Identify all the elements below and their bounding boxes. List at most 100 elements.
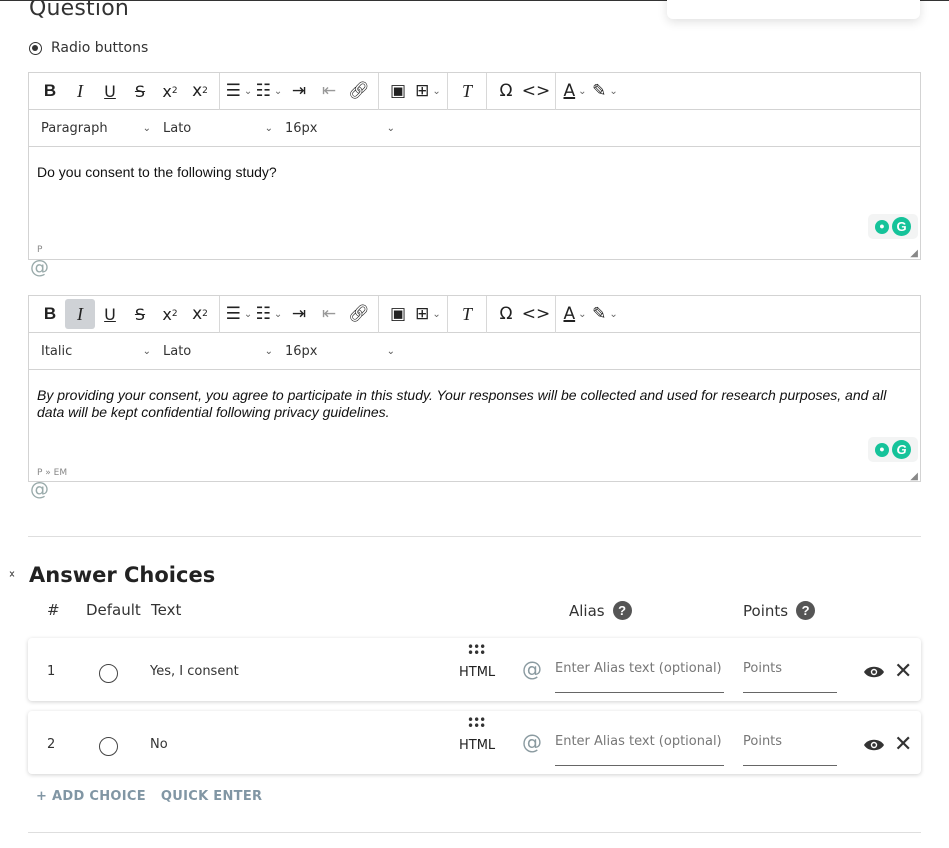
source-code-button[interactable]: <>: [521, 299, 551, 329]
font-color-button[interactable]: A ⌄: [560, 76, 590, 106]
bold-button[interactable]: B: [35, 76, 65, 106]
points-input[interactable]: [743, 657, 837, 693]
chevron-down-icon: ⌄: [432, 85, 441, 97]
clear-format-button[interactable]: T: [452, 76, 482, 106]
outdent-button[interactable]: ⇤: [314, 299, 344, 329]
question-type-option[interactable]: Radio buttons: [29, 40, 148, 56]
italic-button[interactable]: I: [65, 299, 95, 329]
answer-choices-title: Answer Choices: [29, 563, 216, 587]
help-icon[interactable]: ?: [796, 601, 816, 620]
grammarly-widget[interactable]: ● G: [868, 437, 918, 462]
clear-format-button[interactable]: T: [452, 299, 482, 329]
numbered-list-button[interactable]: ☷ ⌄: [254, 76, 284, 106]
link-icon: 🔗︎: [348, 81, 370, 101]
collapse-icon[interactable]: ⌄ ⌃: [5, 565, 19, 584]
quick-enter-button[interactable]: QUICK ENTER: [161, 789, 262, 804]
table-button[interactable]: ⊞ ⌄: [413, 76, 443, 106]
font-color-button[interactable]: A ⌄: [560, 299, 590, 329]
grammarly-widget[interactable]: ● G: [868, 214, 918, 239]
chevron-down-icon: ⌄: [578, 308, 587, 320]
link-button[interactable]: 🔗︎: [344, 76, 374, 106]
drag-handle-icon[interactable]: ••• •••: [467, 714, 486, 732]
chevron-down-icon: ⌄: [609, 85, 618, 97]
radio-selected-icon[interactable]: [29, 41, 42, 55]
bullet-list-button[interactable]: ☰ ⌄: [224, 299, 254, 329]
chevron-down-icon: ⌄: [432, 308, 441, 320]
editor-content[interactable]: By providing your consent, you agree to …: [29, 370, 920, 466]
eye-icon[interactable]: [863, 738, 885, 752]
underline-button[interactable]: U: [95, 76, 125, 106]
special-char-button[interactable]: Ω: [491, 76, 521, 106]
strikethrough-button[interactable]: S: [125, 299, 155, 329]
question-text-editor: B I U S x2 x2 ☰ ⌄ ☷ ⌄ ⇥ ⇤ 🔗︎ ▣ ⊞ ⌄ T Ω <> A…: [28, 72, 921, 260]
underline-button[interactable]: U: [95, 299, 125, 329]
resize-handle-icon[interactable]: ◢: [910, 471, 918, 482]
add-choice-button[interactable]: + ADD CHOICE: [36, 789, 146, 804]
resize-handle-icon[interactable]: ◢: [910, 248, 918, 259]
close-icon[interactable]: ✕: [894, 732, 912, 757]
html-toggle[interactable]: HTML: [459, 738, 495, 753]
font-size-select[interactable]: 16px ⌄: [285, 344, 395, 359]
section-divider: [28, 536, 921, 537]
eye-icon[interactable]: [863, 665, 885, 679]
chevron-down-icon: ⌄: [609, 308, 618, 320]
help-icon[interactable]: ?: [612, 601, 632, 620]
choice-text[interactable]: Yes, I consent: [150, 664, 239, 679]
choice-text[interactable]: No: [150, 737, 168, 752]
default-radio[interactable]: [99, 737, 118, 756]
numbered-list-button[interactable]: ☷ ⌄: [254, 299, 284, 329]
choice-row: 1 Yes, I consent •••••• HTML @ ✕: [28, 638, 921, 701]
alias-input[interactable]: [555, 730, 724, 766]
points-input[interactable]: [743, 730, 837, 766]
font-size-select[interactable]: 16px ⌄: [285, 121, 395, 136]
image-button[interactable]: ▣: [383, 299, 413, 329]
font-select[interactable]: Lato ⌄: [163, 121, 273, 136]
header-alias: Alias ?: [569, 601, 632, 620]
editor-content[interactable]: Do you consent to the following study? ●…: [29, 147, 920, 243]
highlight-button[interactable]: ✎ ⌄: [590, 299, 620, 329]
mention-icon[interactable]: @: [522, 657, 542, 681]
mention-icon[interactable]: @: [522, 730, 542, 754]
mention-icon[interactable]: @: [30, 478, 49, 500]
mention-icon[interactable]: @: [30, 256, 49, 278]
description-text: By providing your consent, you agree to …: [37, 387, 887, 420]
chevron-down-icon: ⌄: [243, 85, 253, 97]
special-char-button[interactable]: Ω: [491, 299, 521, 329]
html-toggle[interactable]: HTML: [459, 665, 495, 680]
indent-button[interactable]: ⇥: [284, 299, 314, 329]
header-text: Text: [151, 601, 182, 619]
source-code-button[interactable]: <>: [521, 76, 551, 106]
alias-input[interactable]: [555, 657, 724, 693]
table-button[interactable]: ⊞ ⌄: [413, 299, 443, 329]
default-radio[interactable]: [99, 664, 118, 683]
choice-number: 1: [47, 664, 56, 679]
drag-handle-icon[interactable]: ••• •••: [467, 641, 486, 659]
italic-button[interactable]: I: [65, 76, 95, 106]
superscript-button[interactable]: x2: [155, 299, 185, 329]
link-button[interactable]: 🔗︎: [344, 299, 374, 329]
choice-number: 2: [47, 737, 56, 752]
link-icon: 🔗︎: [348, 304, 370, 324]
highlight-button[interactable]: ✎ ⌄: [590, 76, 620, 106]
image-button[interactable]: ▣: [383, 76, 413, 106]
chevron-down-icon: ⌄: [578, 85, 587, 97]
bold-button[interactable]: B: [35, 299, 65, 329]
close-icon[interactable]: ✕: [894, 659, 912, 684]
description-text-editor: B I U S x2 x2 ☰ ⌄ ☷ ⌄ ⇥ ⇤ 🔗︎ ▣ ⊞ ⌄ T Ω <> A…: [28, 295, 921, 482]
chevron-down-icon: ⌄: [273, 308, 283, 320]
editor-toolbar: B I U S x2 x2 ☰ ⌄ ☷ ⌄ ⇥ ⇤ 🔗︎ ▣ ⊞ ⌄ T Ω <> A…: [29, 72, 920, 110]
bullet-list-button[interactable]: ☰ ⌄: [224, 76, 254, 106]
strikethrough-button[interactable]: S: [125, 76, 155, 106]
superscript-button[interactable]: x2: [155, 76, 185, 106]
format-select[interactable]: Italic ⌄: [41, 344, 151, 359]
indent-button[interactable]: ⇥: [284, 76, 314, 106]
choice-row: 2 No •••••• HTML @ ✕: [28, 711, 921, 774]
chevron-down-icon: ⌄: [264, 345, 273, 357]
numbered-list-icon: ☷: [255, 81, 271, 101]
outdent-icon: ⇤: [321, 81, 337, 101]
font-select[interactable]: Lato ⌄: [163, 344, 273, 359]
format-select[interactable]: Paragraph ⌄: [41, 121, 151, 136]
subscript-button[interactable]: x2: [185, 76, 215, 106]
subscript-button[interactable]: x2: [185, 299, 215, 329]
outdent-button[interactable]: ⇤: [314, 76, 344, 106]
